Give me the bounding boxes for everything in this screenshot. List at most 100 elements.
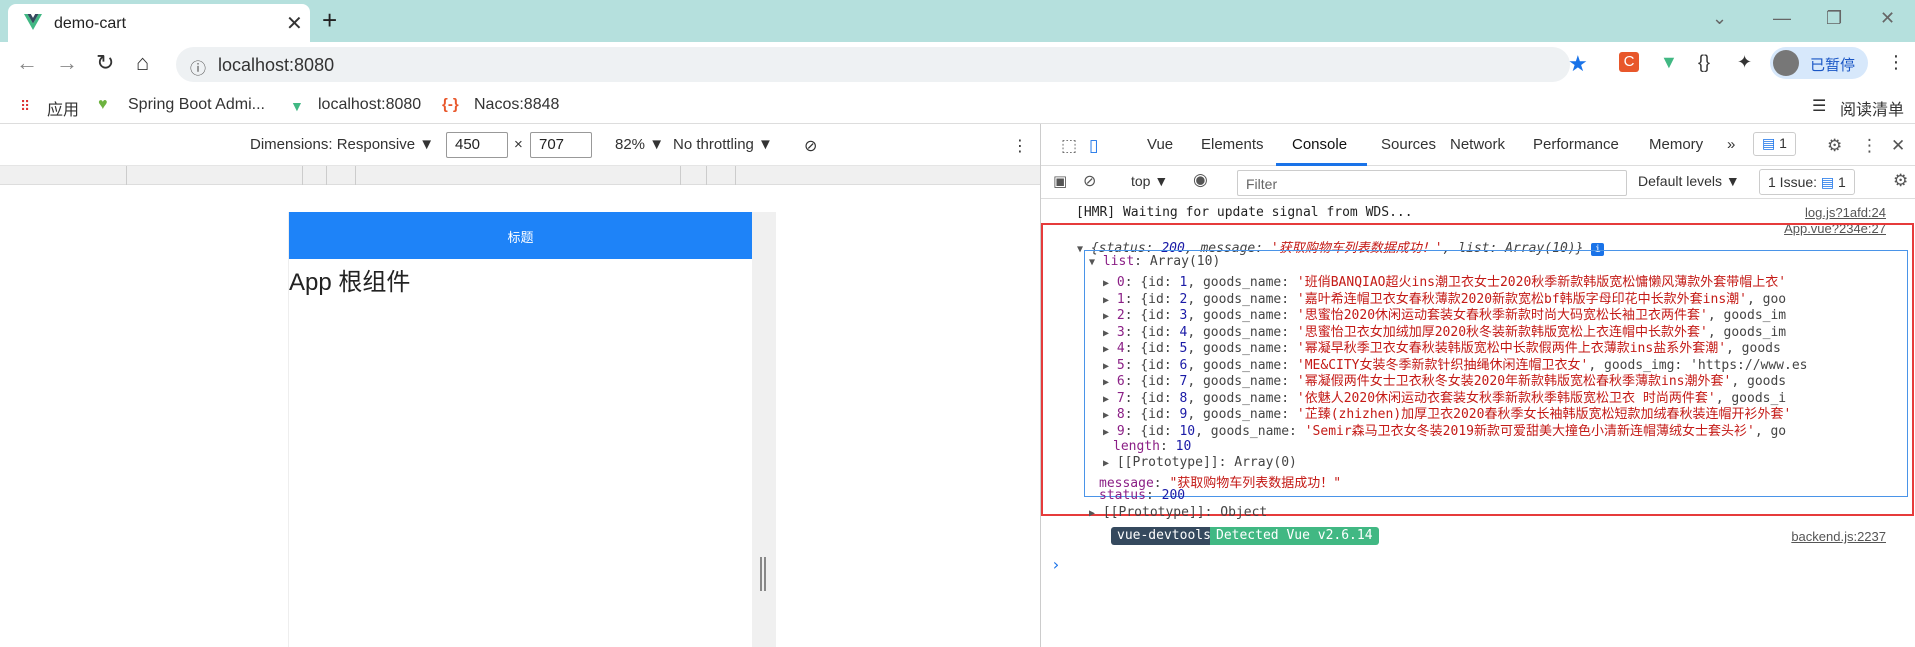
browser-tab[interactable]: demo-cart ✕: [8, 4, 310, 42]
context-select[interactable]: top ▼: [1131, 173, 1168, 189]
message-icon: ▤: [1762, 135, 1776, 151]
new-tab-button[interactable]: +: [322, 5, 337, 36]
devtools-panel: ⬚ ▯ Vue Elements Console Sources Network…: [1040, 124, 1915, 647]
width-input[interactable]: 450: [446, 132, 508, 158]
media-query-ruler[interactable]: [0, 166, 1040, 185]
site-info-icon[interactable]: ⓘ: [190, 55, 206, 79]
console-settings-gear-icon[interactable]: ⚙: [1893, 171, 1908, 191]
devtools-tab-bar: ⬚ ▯ Vue Elements Console Sources Network…: [1041, 124, 1915, 166]
clear-console-icon[interactable]: ⊘: [1083, 171, 1096, 191]
browser-toolbar: ← → ↻ ⌂ ⓘ localhost:8080 ★ C ▼ {} ✦ 已暂停 …: [0, 42, 1915, 88]
height-input[interactable]: 707: [530, 132, 592, 158]
csdn-extension-icon[interactable]: C: [1619, 52, 1639, 72]
reading-list-icon: ☰: [1812, 98, 1827, 115]
tab-performance[interactable]: Performance: [1533, 136, 1619, 153]
messages-count: 1: [1779, 135, 1787, 151]
tab-title: demo-cart: [54, 15, 127, 32]
bookmark-nacos[interactable]: Nacos:8848: [474, 96, 559, 114]
window-close-icon[interactable]: ✕: [1880, 8, 1895, 29]
hmr-log-line: [HMR] Waiting for update signal from WDS…: [1076, 205, 1413, 220]
expand-triangle-icon[interactable]: ▼: [1089, 257, 1095, 268]
tab-strip: demo-cart ✕ + ⌄ — ❐ ✕: [0, 0, 1915, 42]
times-sign: ×: [514, 136, 523, 153]
detected-vue-badge: Detected Vue v2.6.14: [1210, 527, 1379, 545]
device-options-icon[interactable]: ⋮: [1012, 136, 1028, 156]
list-row[interactable]: ▼ list: Array(10): [1089, 254, 1220, 269]
tab-memory[interactable]: Memory: [1649, 136, 1703, 153]
device-frame: 标题 App 根组件: [288, 212, 752, 647]
tab-elements[interactable]: Elements: [1201, 136, 1264, 153]
console-filter-input[interactable]: Filter: [1237, 170, 1627, 196]
reload-icon[interactable]: ↻: [96, 50, 114, 76]
inspect-element-icon[interactable]: ⬚: [1061, 136, 1077, 156]
live-expression-eye-icon[interactable]: ◉: [1193, 170, 1208, 190]
zoom-select[interactable]: 82% ▼: [615, 136, 664, 153]
bookmark-localhost[interactable]: localhost:8080: [318, 96, 421, 114]
address-bar[interactable]: ⓘ localhost:8080 ★: [176, 47, 1588, 82]
object-prototype-row[interactable]: ▶ [[Prototype]]: Object: [1089, 505, 1267, 520]
extensions-puzzle-icon[interactable]: ✦: [1737, 52, 1752, 73]
browser-menu-icon[interactable]: ⋮: [1887, 52, 1905, 73]
tab-sources[interactable]: Sources: [1381, 136, 1436, 153]
spring-boot-icon: ♥: [98, 96, 108, 113]
emulated-viewport: 标题 App 根组件: [0, 185, 1040, 647]
bookmarks-bar: ⠿ 应用 ♥ Spring Boot Admi... ▼ localhost:8…: [0, 88, 1915, 124]
expand-triangle-icon[interactable]: ▼: [1077, 244, 1083, 255]
more-tabs-icon[interactable]: »: [1727, 136, 1735, 153]
json-extension-icon[interactable]: {}: [1698, 52, 1710, 73]
settings-gear-icon[interactable]: ⚙: [1827, 136, 1842, 156]
profile-status: 已暂停: [1810, 57, 1856, 74]
dimensions-select[interactable]: Dimensions: Responsive ▼: [250, 136, 434, 153]
tab-close-icon[interactable]: ✕: [286, 11, 303, 36]
home-icon[interactable]: ⌂: [136, 50, 149, 76]
url-text: localhost:8080: [218, 55, 335, 75]
vue-devtools-extension-icon[interactable]: ▼: [1660, 52, 1678, 73]
restore-icon[interactable]: ❐: [1826, 8, 1842, 29]
hmr-source-link[interactable]: log.js?1afd:24: [1805, 205, 1886, 220]
minimize-icon[interactable]: —: [1773, 8, 1791, 29]
console-prompt[interactable]: ›: [1051, 555, 1061, 574]
log-levels-select[interactable]: Default levels ▼: [1638, 173, 1740, 189]
issues-count: 1: [1838, 174, 1846, 190]
sidebar-toggle-icon[interactable]: ▣: [1053, 172, 1067, 190]
profile-button[interactable]: 已暂停: [1770, 47, 1868, 79]
apps-grid-icon: ⠿: [20, 98, 31, 114]
vue-devtools-log: vue-devtools Detected Vue v2.6.14: [1087, 527, 1487, 547]
reading-list[interactable]: 阅读清单: [1840, 96, 1904, 120]
tab-vue[interactable]: Vue: [1147, 136, 1173, 153]
length-row: length: 10: [1113, 439, 1192, 454]
back-arrow-icon[interactable]: ←: [16, 50, 38, 76]
bookmark-star-icon[interactable]: ★: [1568, 51, 1588, 77]
forward-arrow-icon[interactable]: →: [56, 50, 78, 76]
collapsed-triangle-icon[interactable]: ▶: [1089, 508, 1095, 519]
issues-label: 1 Issue:: [1768, 174, 1818, 190]
tab-network[interactable]: Network: [1450, 136, 1505, 153]
device-resize-handle[interactable]: [752, 212, 776, 647]
issues-button[interactable]: 1 Issue: ▤ 1: [1759, 169, 1855, 195]
device-toggle-icon[interactable]: ▯: [1089, 136, 1098, 156]
nacos-icon: {-}: [442, 96, 459, 113]
throttling-select[interactable]: No throttling ▼: [673, 136, 773, 153]
page-header-title: 标题: [507, 230, 534, 245]
devtools-close-icon[interactable]: ✕: [1891, 136, 1905, 156]
vue-logo-icon: [24, 14, 42, 30]
console-toolbar: ▣ ⊘ top ▼ ◉ Filter Default levels ▼ 1 Is…: [1041, 166, 1915, 199]
collapsed-triangle-icon[interactable]: ▶: [1103, 427, 1109, 438]
issue-message-icon: ▤: [1820, 174, 1835, 190]
collapsed-triangle-icon[interactable]: ▶: [1103, 458, 1109, 469]
status-row: status: 200: [1099, 488, 1186, 503]
app-root-text: App 根组件: [289, 269, 411, 296]
backend-source-link[interactable]: backend.js:2237: [1791, 529, 1886, 544]
list-item[interactable]: ▶ 9: {id: 10, goods_name: 'Semir森马卫衣女冬装2…: [1103, 420, 1908, 439]
vue-logo-icon: ▼: [290, 98, 304, 114]
messages-badge[interactable]: ▤ 1: [1753, 132, 1796, 156]
array-prototype-row[interactable]: ▶ [[Prototype]]: Array(0): [1103, 455, 1297, 470]
devtools-menu-icon[interactable]: ⋮: [1861, 136, 1878, 156]
avatar: [1773, 50, 1799, 76]
tab-search-icon[interactable]: ⌄: [1712, 8, 1727, 29]
tab-console[interactable]: Console: [1292, 136, 1347, 153]
bookmark-spring-boot[interactable]: Spring Boot Admi...: [128, 96, 265, 114]
bookmark-apps[interactable]: 应用: [47, 96, 79, 120]
rotate-icon[interactable]: ⊘: [804, 136, 817, 156]
resize-grip[interactable]: [760, 557, 766, 591]
